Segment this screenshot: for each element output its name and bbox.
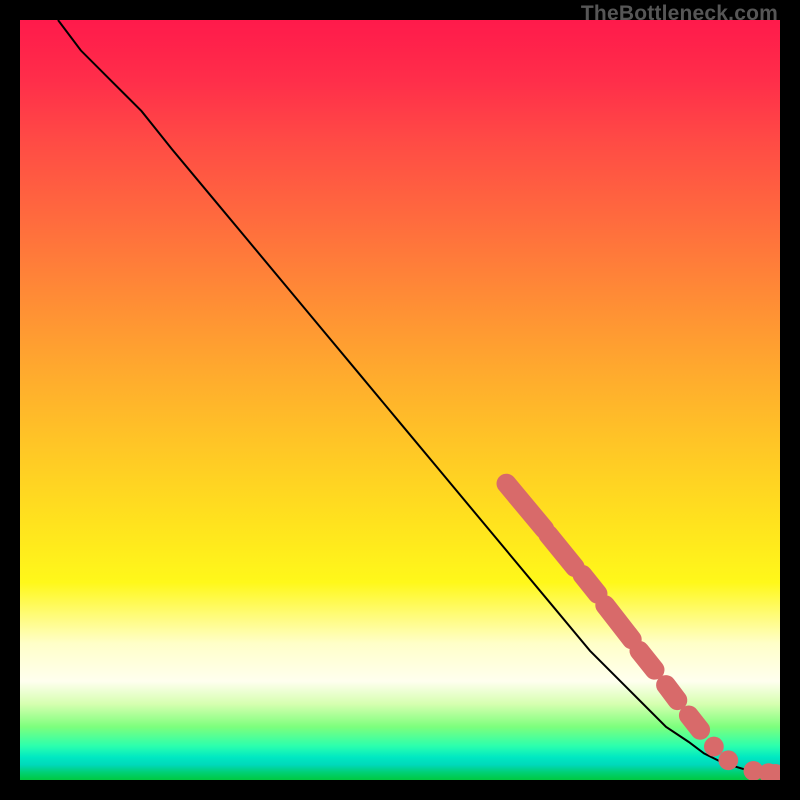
marker-segment	[605, 605, 632, 639]
chart-frame: TheBottleneck.com	[0, 0, 800, 800]
watermark-text: TheBottleneck.com	[581, 2, 778, 26]
curve-layer	[58, 20, 780, 775]
marker-segment	[506, 484, 544, 530]
marker-segment	[689, 715, 700, 729]
marker-layer	[506, 484, 780, 780]
marker-segment	[666, 685, 677, 700]
marker-dot	[718, 750, 738, 770]
marker-dot	[704, 737, 724, 757]
marker-segment	[639, 651, 654, 670]
marker-segment	[548, 535, 575, 568]
bottleneck-curve	[58, 20, 780, 775]
chart-svg	[20, 20, 780, 780]
marker-segment	[582, 575, 597, 594]
